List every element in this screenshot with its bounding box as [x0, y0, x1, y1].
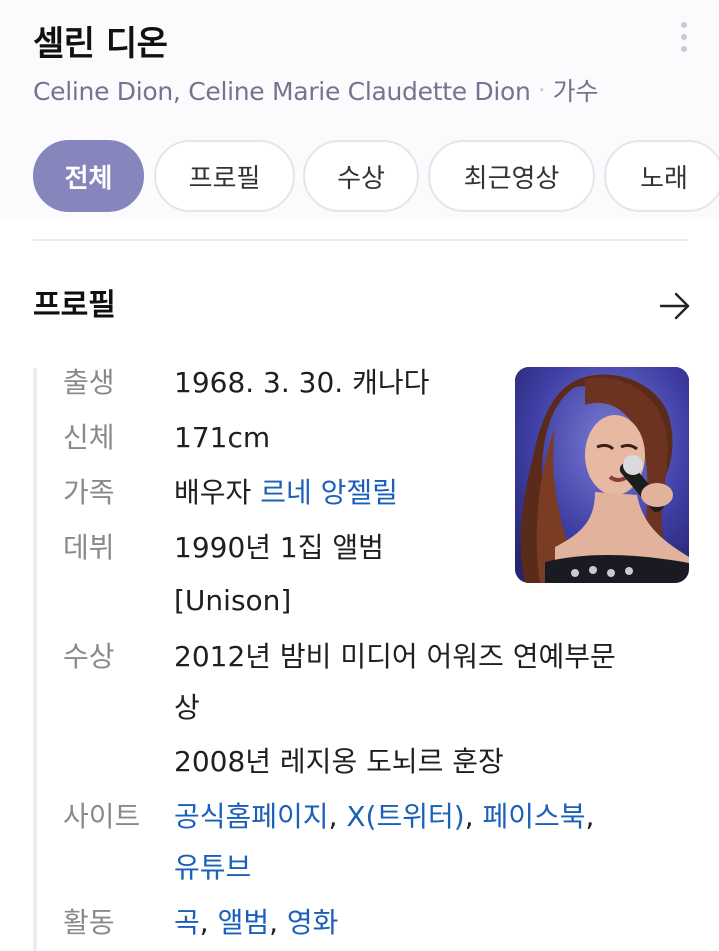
info-label: 출생	[63, 366, 115, 399]
separator: ,	[464, 800, 483, 833]
info-value: 1968. 3. 30. 캐나다	[174, 366, 430, 399]
tab-recent-videos[interactable]: 최근영상	[428, 140, 595, 212]
subtitle-names: Celine Dion, Celine Marie Claudette Dion	[33, 77, 531, 106]
info-value: 2012년 밤비 미디어 어워즈 연예부문	[174, 640, 616, 673]
info-value: 상	[174, 691, 200, 724]
subtitle-role: 가수	[552, 77, 599, 106]
separator: ,	[585, 800, 595, 833]
more-vertical-icon[interactable]	[676, 22, 692, 52]
youtube-link[interactable]: 유튜브	[174, 841, 251, 895]
separator: ,	[199, 906, 218, 939]
page-title: 셀린 디온	[33, 24, 168, 64]
info-label: 가족	[63, 476, 115, 509]
section-title-profile: 프로필	[33, 288, 116, 323]
separator: ,	[328, 800, 347, 833]
info-label: 신체	[63, 421, 115, 454]
x-twitter-link[interactable]: X(트위터)	[346, 800, 464, 833]
facebook-link[interactable]: 페이스북	[483, 800, 586, 833]
songs-link[interactable]: 곡	[174, 906, 200, 939]
info-value: 배우자 르네 앙젤릴	[174, 466, 398, 520]
info-value: 1990년 1집 앨범	[174, 531, 384, 564]
separator: ,	[269, 906, 287, 939]
info-value: [Unison]	[174, 584, 292, 617]
spouse-link[interactable]: 르네 앙젤릴	[260, 476, 398, 509]
profile-photo[interactable]	[515, 367, 689, 583]
profile-left-bar	[33, 368, 37, 951]
info-label: 사이트	[63, 800, 141, 833]
family-prefix: 배우자	[174, 476, 261, 509]
info-value: 곡, 앨범, 영화	[174, 896, 338, 950]
tab-songs[interactable]: 노래	[604, 140, 719, 212]
info-label: 수상	[63, 640, 115, 673]
info-value: 공식홈페이지, X(트위터), 페이스북,	[174, 790, 594, 844]
info-value: 171cm	[174, 421, 271, 454]
movies-link[interactable]: 영화	[287, 906, 339, 939]
albums-link[interactable]: 앨범	[218, 906, 270, 939]
tab-bar: 전체 프로필 수상 최근영상 노래	[33, 140, 719, 212]
profile-photo-illustration	[515, 367, 689, 583]
tab-all[interactable]: 전체	[33, 140, 144, 212]
subtitle: Celine Dion, Celine Marie Claudette Dion…	[33, 72, 598, 108]
page: 셀린 디온 Celine Dion, Celine Marie Claudett…	[0, 0, 719, 951]
info-label: 활동	[63, 906, 115, 939]
arrow-right-icon[interactable]	[659, 292, 691, 320]
info-label: 데뷔	[63, 531, 115, 564]
official-site-link[interactable]: 공식홈페이지	[174, 800, 329, 833]
subtitle-dot: ·	[538, 78, 545, 102]
tab-awards[interactable]: 수상	[303, 140, 419, 212]
tab-profile[interactable]: 프로필	[154, 140, 295, 212]
info-value: 2008년 레지옹 도뇌르 훈장	[174, 745, 504, 778]
divider	[33, 239, 688, 241]
